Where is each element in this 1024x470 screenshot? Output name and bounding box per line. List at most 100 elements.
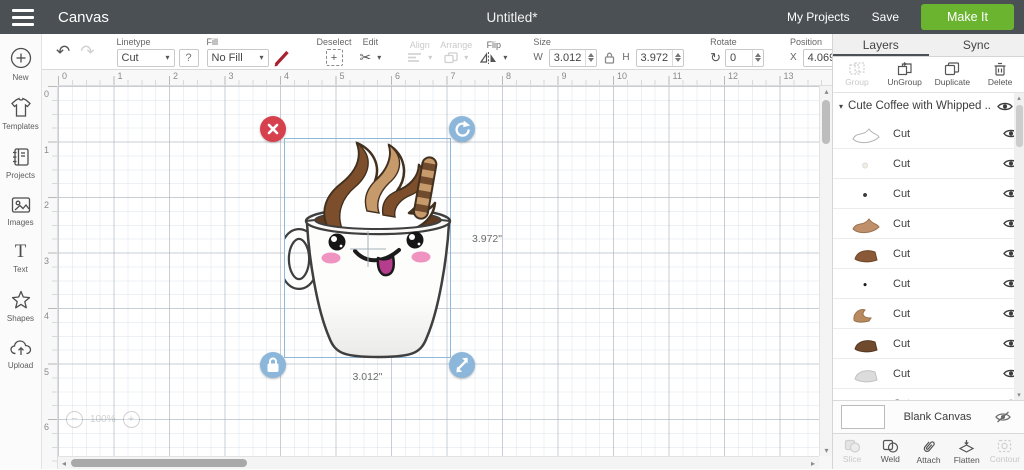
- sidebar-item-projects[interactable]: Projects: [0, 146, 42, 180]
- duplicate-button[interactable]: Duplicate: [929, 62, 977, 87]
- horizontal-ruler: 01 23 45 67 89 1011 1213: [58, 70, 832, 86]
- group-button[interactable]: Group: [833, 62, 881, 87]
- fill-select[interactable]: No Fill▾: [207, 49, 269, 67]
- align-label: Align: [410, 40, 430, 50]
- scroll-down-icon[interactable]: ▾: [1014, 391, 1024, 399]
- zoom-out-button[interactable]: −: [66, 411, 83, 428]
- redo-button[interactable]: ↷: [80, 42, 94, 62]
- linetype-help-button[interactable]: ?: [179, 49, 199, 67]
- canvas-horizontal-scrollbar[interactable]: ◂ ▸: [58, 456, 819, 469]
- linetype-select[interactable]: Cut▾: [117, 49, 175, 67]
- sidebar-item-new[interactable]: New: [0, 46, 42, 82]
- delete-button[interactable]: Delete: [976, 62, 1024, 87]
- canvas-vertical-scrollbar[interactable]: ▴ ▾: [819, 86, 832, 456]
- layer-row[interactable]: Cut: [833, 389, 1024, 400]
- coffee-mug-artwork[interactable]: [285, 139, 452, 359]
- rotate-icon: ↻: [710, 50, 721, 66]
- eye-icon: [997, 101, 1013, 112]
- layer-list-scrollbar[interactable]: ▴ ▾: [1014, 93, 1024, 400]
- sidebar-item-label: New: [12, 73, 28, 82]
- sidebar-item-label: Templates: [2, 122, 38, 131]
- layer-row[interactable]: Cut: [833, 149, 1024, 179]
- visibility-toggle-hidden[interactable]: [990, 411, 1016, 423]
- layer-row[interactable]: Cut: [833, 269, 1024, 299]
- scroll-left-icon[interactable]: ◂: [58, 457, 70, 470]
- undo-button[interactable]: ↶: [56, 42, 70, 62]
- width-stepper[interactable]: [585, 50, 596, 66]
- sidebar-item-templates[interactable]: Templates: [0, 97, 42, 131]
- slice-button[interactable]: Slice: [833, 439, 871, 464]
- scroll-up-icon[interactable]: ▴: [1014, 94, 1024, 102]
- attach-button[interactable]: Attach: [909, 439, 947, 465]
- text-icon: T: [15, 242, 27, 262]
- new-icon: [9, 46, 33, 70]
- canvas-color-swatch[interactable]: [841, 405, 885, 429]
- sidebar-item-label: Text: [13, 265, 28, 274]
- layer-row[interactable]: Cut: [833, 329, 1024, 359]
- mug-body: [307, 223, 449, 357]
- sidebar-item-upload[interactable]: Upload: [0, 338, 42, 370]
- horizontal-scroll-thumb[interactable]: [71, 459, 247, 467]
- rotate-stepper[interactable]: [752, 50, 763, 66]
- align-menu-button[interactable]: ▾: [407, 52, 432, 63]
- layer-thumbnail: [863, 193, 867, 197]
- lock-ratio-icon[interactable]: [603, 51, 616, 65]
- sidebar-item-text[interactable]: T Text: [0, 242, 42, 274]
- flatten-button[interactable]: Flatten: [948, 439, 986, 465]
- align-icon: [407, 52, 422, 63]
- zoom-level: 100%: [90, 414, 116, 425]
- contour-button[interactable]: Contour: [986, 439, 1024, 464]
- layer-thumbnail: [853, 219, 879, 233]
- delete-handle[interactable]: [260, 116, 286, 142]
- flip-menu-button[interactable]: ▾: [480, 52, 507, 64]
- canvas-grid[interactable]: 3.972" 3.012" − 100% +: [58, 86, 819, 456]
- resize-handle[interactable]: [449, 352, 475, 378]
- size-label: Size: [533, 37, 684, 47]
- layer-row[interactable]: Cut: [833, 359, 1024, 389]
- width-input[interactable]: 3.012: [549, 49, 598, 67]
- left-sidebar: New Templates Projects Images T Text Sha…: [0, 34, 42, 469]
- rotate-handle[interactable]: [449, 116, 475, 142]
- scroll-right-icon[interactable]: ▸: [807, 457, 819, 470]
- layer-scroll-thumb[interactable]: [1016, 105, 1023, 147]
- paperclip-icon: [921, 439, 936, 454]
- rotate-icon: [449, 116, 475, 142]
- vertical-scroll-thumb[interactable]: [822, 100, 830, 144]
- make-it-button[interactable]: Make It: [921, 4, 1014, 30]
- layer-group-header[interactable]: ▾ Cute Coffee with Whipped ...: [833, 93, 1024, 119]
- height-stepper[interactable]: [672, 50, 683, 66]
- weld-button[interactable]: Weld: [871, 439, 909, 464]
- layer-row[interactable]: Cut: [833, 119, 1024, 149]
- zoom-in-button[interactable]: +: [123, 411, 140, 428]
- vertical-ruler: 01 23 45 6: [42, 86, 58, 469]
- chevron-down-icon[interactable]: ▾: [839, 102, 843, 111]
- chevron-down-icon: ▾: [377, 53, 381, 62]
- tab-layers[interactable]: Layers: [833, 34, 929, 56]
- ungroup-button[interactable]: UnGroup: [881, 62, 929, 87]
- header: Canvas Untitled* My Projects Save Make I…: [0, 0, 1024, 34]
- layer-thumbnail: [863, 163, 868, 168]
- layer-row[interactable]: Cut: [833, 179, 1024, 209]
- chevron-down-icon: ▾: [165, 53, 169, 62]
- blank-canvas-row[interactable]: Blank Canvas: [833, 400, 1024, 434]
- lock-handle[interactable]: [260, 352, 286, 378]
- deselect-button[interactable]: +: [326, 49, 343, 66]
- menu-icon[interactable]: [0, 9, 46, 26]
- my-projects-link[interactable]: My Projects: [787, 10, 850, 24]
- layer-row[interactable]: Cut: [833, 299, 1024, 329]
- notebook-icon: [10, 146, 32, 168]
- arrange-icon: [444, 52, 458, 64]
- layer-row[interactable]: Cut: [833, 239, 1024, 269]
- rotate-input[interactable]: 0: [725, 49, 764, 67]
- edit-menu-button[interactable]: ✂ ▾: [360, 49, 382, 66]
- sidebar-item-shapes[interactable]: Shapes: [0, 289, 42, 323]
- selection-box[interactable]: 3.972" 3.012": [284, 138, 451, 358]
- pen-color-icon[interactable]: [273, 49, 291, 67]
- scissors-icon: ✂: [360, 49, 372, 66]
- tab-sync[interactable]: Sync: [929, 34, 1024, 56]
- save-link[interactable]: Save: [872, 10, 899, 24]
- sidebar-item-images[interactable]: Images: [0, 195, 42, 227]
- height-input[interactable]: 3.972: [636, 49, 685, 67]
- arrange-menu-button[interactable]: ▾: [444, 52, 468, 64]
- layer-row[interactable]: Cut: [833, 209, 1024, 239]
